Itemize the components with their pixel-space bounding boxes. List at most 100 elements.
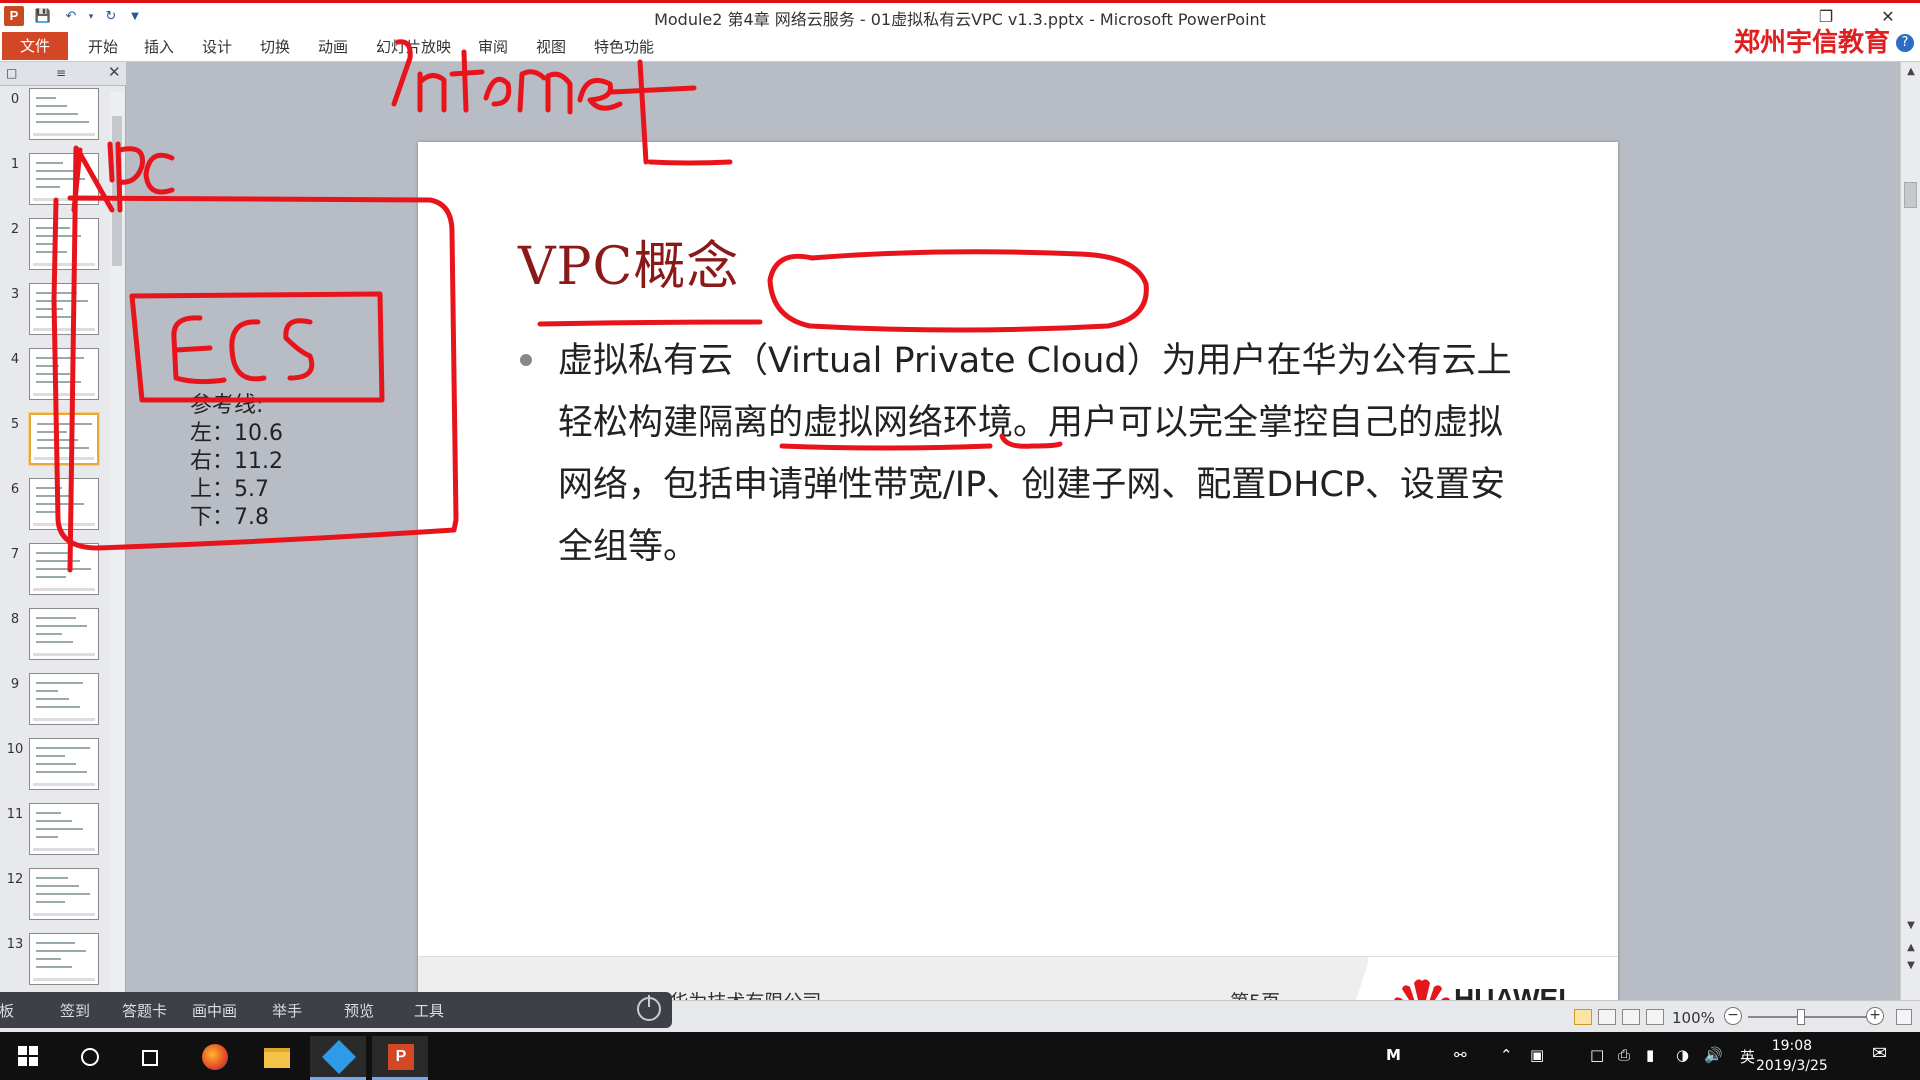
slide-thumbnail[interactable]	[29, 738, 99, 790]
slide-title[interactable]: VPC概念	[518, 224, 739, 299]
tray-expand-icon[interactable]: ⌃	[1500, 1046, 1513, 1064]
zoom-slider[interactable]	[1748, 1016, 1876, 1018]
thumbnail-row[interactable]: 5	[0, 413, 110, 478]
tab-design[interactable]: 设计	[202, 36, 232, 57]
scroll-down-icon[interactable]: ▼	[1903, 920, 1919, 931]
thumbnail-row[interactable]: 10	[0, 738, 110, 803]
slide-thumbnail[interactable]	[29, 478, 99, 530]
thumbnail-list: 0 1 2 3 4 5 6 7 8 9 10 11 12 13	[0, 88, 110, 1000]
thumbnail-number: 2	[10, 222, 20, 237]
volume-icon[interactable]: 🔊	[1704, 1046, 1723, 1064]
file-explorer-icon[interactable]	[248, 1036, 304, 1080]
tab-transitions[interactable]: 切换	[260, 36, 290, 57]
toolbar-preview[interactable]: 预览	[344, 1000, 374, 1021]
classroom-app-icon[interactable]	[310, 1036, 366, 1080]
notification-icon[interactable]: ✉	[1872, 1043, 1887, 1064]
brand-watermark: 郑州宇信教育	[1733, 28, 1890, 58]
toolbar-whiteboard[interactable]: 画板	[0, 1000, 14, 1021]
thumbnail-row[interactable]: 6	[0, 478, 110, 543]
slide-thumbnail[interactable]	[29, 153, 99, 205]
tab-view[interactable]: 视图	[536, 36, 566, 57]
firefox-icon[interactable]	[186, 1036, 242, 1080]
wifi-icon[interactable]: ◑	[1676, 1046, 1689, 1064]
chat-icon[interactable]: □	[1590, 1046, 1604, 1064]
normal-view-icon[interactable]	[1574, 1009, 1592, 1025]
tray-m-icon[interactable]: M	[1386, 1046, 1401, 1064]
zoom-slider-thumb[interactable]	[1797, 1009, 1805, 1025]
task-view-icon[interactable]	[122, 1036, 178, 1080]
slide-thumbnail[interactable]	[29, 348, 99, 400]
tab-insert[interactable]: 插入	[144, 36, 174, 57]
slide-canvas[interactable]: VPC概念 虚拟私有云（Virtual Private Cloud）为用户在华为…	[418, 142, 1618, 1043]
toolbar-checkin[interactable]: 签到	[60, 1000, 90, 1021]
slides-view-icon[interactable]: □	[6, 66, 17, 80]
thumbnail-number: 13	[6, 937, 24, 952]
people-icon[interactable]: ⚯	[1454, 1046, 1467, 1064]
tab-animations[interactable]: 动画	[318, 36, 348, 57]
zoom-in-icon[interactable]: +	[1866, 1007, 1884, 1025]
outline-view-icon[interactable]: ≡	[56, 66, 66, 80]
thumbnail-row[interactable]: 9	[0, 673, 110, 738]
next-slide-icon[interactable]: ▼	[1903, 960, 1919, 971]
clock-date: 2019/3/25	[1756, 1058, 1828, 1074]
thumbnail-row[interactable]: 12	[0, 868, 110, 933]
powerpoint-taskbar-icon[interactable]: P	[372, 1036, 428, 1080]
slide-thumbnail[interactable]	[29, 608, 99, 660]
ribbon-tabs: 文件 开始 插入 设计 切换 动画 幻灯片放映 审阅 视图 特色功能 郑州宇信教…	[0, 28, 1920, 62]
slideshow-view-icon[interactable]	[1646, 1009, 1664, 1025]
toolbar-raise-hand[interactable]: 举手	[272, 1000, 302, 1021]
slide-scrollbar[interactable]: ▲ ▼ ▲ ▼	[1900, 62, 1920, 1000]
printer-icon[interactable]: ⎙	[1618, 1046, 1630, 1064]
close-panel-icon[interactable]: ✕	[108, 63, 121, 81]
slide-body-text[interactable]: 虚拟私有云（Virtual Private Cloud）为用户在华为公有云上轻松…	[558, 330, 1518, 578]
thumbnail-row[interactable]: 4	[0, 348, 110, 413]
thumbnail-scrollbar[interactable]	[110, 92, 124, 992]
camera-icon[interactable]: ▣	[1530, 1046, 1544, 1064]
tab-file[interactable]: 文件	[2, 32, 68, 60]
slide-thumbnail[interactable]	[29, 868, 99, 920]
thumbnail-row[interactable]: 3	[0, 283, 110, 348]
slide-thumbnail[interactable]	[29, 413, 99, 465]
help-icon[interactable]: ?	[1896, 34, 1914, 52]
thumbnail-row[interactable]: 7	[0, 543, 110, 608]
zoom-level[interactable]: 100%	[1672, 1009, 1715, 1027]
zoom-out-icon[interactable]: −	[1724, 1007, 1742, 1025]
slide-thumbnail[interactable]	[29, 673, 99, 725]
guide-heading: 参考线:	[190, 393, 264, 418]
previous-slide-icon[interactable]: ▲	[1903, 942, 1919, 953]
scroll-up-icon[interactable]: ▲	[1903, 66, 1919, 77]
guide-bottom: 下：7.8	[190, 505, 269, 530]
thumbnail-row[interactable]: 1	[0, 153, 110, 218]
slide-thumbnail[interactable]	[29, 218, 99, 270]
thumbnail-row[interactable]: 0	[0, 88, 110, 153]
toolbar-answer-card[interactable]: 答题卡	[122, 1000, 167, 1021]
toolbar-picture-in-picture[interactable]: 画中画	[192, 1000, 237, 1021]
fit-to-window-icon[interactable]	[1896, 1009, 1912, 1025]
thumbnail-number: 1	[10, 157, 20, 172]
system-clock[interactable]: 19:08 2019/3/25	[1756, 1036, 1828, 1076]
tab-slideshow[interactable]: 幻灯片放映	[376, 36, 451, 57]
thumbnail-row[interactable]: 11	[0, 803, 110, 868]
tab-review[interactable]: 审阅	[478, 36, 508, 57]
power-icon[interactable]	[637, 995, 661, 1021]
scroll-thumb[interactable]	[1904, 182, 1917, 208]
slide-thumbnail[interactable]	[29, 803, 99, 855]
tab-home[interactable]: 开始	[88, 36, 118, 57]
thumbnail-row[interactable]: 2	[0, 218, 110, 283]
battery-icon[interactable]: ▮	[1646, 1046, 1654, 1064]
slide-thumbnail[interactable]	[29, 283, 99, 335]
slide-sorter-view-icon[interactable]	[1598, 1009, 1616, 1025]
windows-start-icon[interactable]	[18, 1046, 38, 1066]
ime-indicator[interactable]: 英	[1740, 1046, 1755, 1067]
powerpoint-taskbar-glyph: P	[388, 1044, 414, 1070]
thumbnail-number: 9	[10, 677, 20, 692]
reading-view-icon[interactable]	[1622, 1009, 1640, 1025]
search-icon[interactable]	[62, 1036, 118, 1080]
slide-thumbnail[interactable]	[29, 543, 99, 595]
toolbar-tools[interactable]: 工具	[414, 1000, 444, 1021]
tab-special-features[interactable]: 特色功能	[594, 36, 654, 57]
thumbnail-row[interactable]: 13	[0, 933, 110, 998]
slide-thumbnail[interactable]	[29, 933, 99, 985]
slide-thumbnail[interactable]	[29, 88, 99, 140]
thumbnail-row[interactable]: 8	[0, 608, 110, 673]
